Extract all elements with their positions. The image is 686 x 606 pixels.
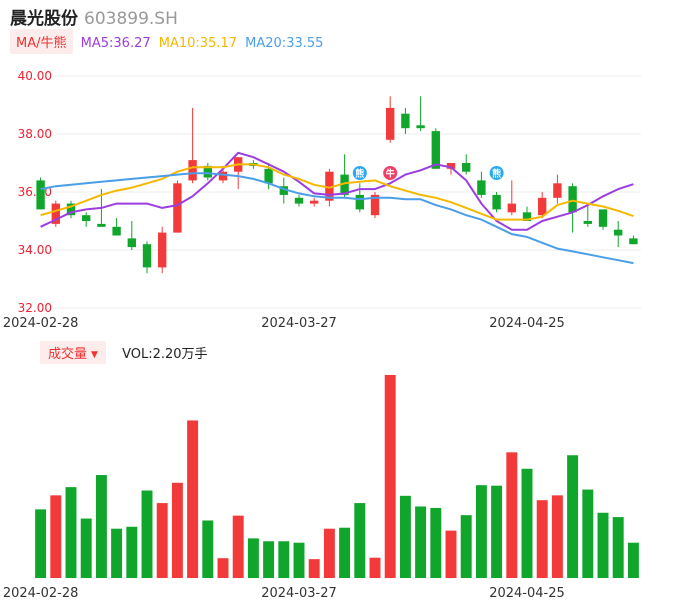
date-tick-label: 2024-04-25 [489,586,565,601]
volume-bar[interactable] [506,452,518,578]
candle-body[interactable] [36,180,45,210]
date-tick-label: 2024-02-28 [3,586,79,601]
volume-bar[interactable] [582,489,594,578]
candle-body[interactable] [401,113,410,129]
candle-body[interactable] [629,238,638,245]
volume-bar[interactable] [232,515,244,578]
candle-body[interactable] [142,244,152,268]
volume-bar[interactable] [156,503,168,578]
volume-bar[interactable] [445,530,457,578]
candle-body[interactable] [386,107,395,140]
volume-bar[interactable] [339,527,351,578]
ma5-line [40,151,634,231]
candle-body[interactable] [218,171,228,181]
volume-bar[interactable] [187,420,199,578]
signal-marker-label: 熊 [355,168,364,180]
candle-body[interactable] [598,209,608,227]
candle-body[interactable] [188,160,197,181]
candle-body[interactable] [294,197,304,204]
volume-bar[interactable] [217,558,229,578]
volume-bar[interactable] [567,455,579,578]
volume-bar[interactable] [293,542,305,578]
volume-bar[interactable] [551,495,563,578]
candle-body[interactable] [355,194,364,210]
volume-bar[interactable] [50,495,62,578]
volume-bar[interactable] [111,528,123,578]
volume-bar[interactable] [80,518,92,578]
volume-bar[interactable] [354,503,366,578]
volume-bar[interactable] [536,500,548,578]
candle-body[interactable] [127,238,136,248]
date-tick-label: 2024-03-27 [261,586,337,601]
price-tick-label: 40.00 [18,69,52,83]
volume-bar[interactable] [95,475,107,578]
volume-bar[interactable] [627,542,639,578]
price-tick-label: 34.00 [18,243,52,257]
candle-body[interactable] [568,186,577,213]
volume-bar[interactable] [65,487,77,578]
volume-bar[interactable] [263,541,275,578]
candle-body[interactable] [82,215,91,221]
volume-bar[interactable] [369,557,381,578]
volume-bar[interactable] [323,528,335,578]
volume-bar[interactable] [141,490,153,578]
volume-bar[interactable] [475,485,487,578]
volume-bar[interactable] [491,485,503,578]
candle-body[interactable] [416,125,425,129]
volume-bar[interactable] [612,517,624,578]
candle-body[interactable] [492,194,501,210]
candle-body[interactable] [553,183,562,198]
candle-body[interactable] [158,232,167,268]
volume-bar[interactable] [597,512,609,578]
candle-body[interactable] [310,200,319,204]
signal-marker-label: 熊 [492,168,501,180]
candle-body[interactable] [431,131,440,169]
candle-body[interactable] [112,226,121,236]
candle-body[interactable] [507,203,516,213]
volume-bar[interactable] [384,375,396,578]
price-tick-label: 38.00 [18,127,52,141]
volume-bar[interactable] [308,559,320,578]
signal-marker-label: 牛 [386,168,395,180]
candle-body[interactable] [477,180,486,195]
volume-bar[interactable] [35,509,47,578]
candle-body[interactable] [173,183,182,233]
candle-body[interactable] [583,221,592,224]
candle-body[interactable] [614,229,623,236]
candle-body[interactable] [462,163,471,172]
volume-bar[interactable] [278,541,290,578]
date-tick-label: 2024-02-28 [3,316,79,331]
volume-bar[interactable] [430,507,442,578]
volume-bar[interactable] [247,538,259,578]
volume-bar[interactable] [415,506,427,578]
volume-bar[interactable] [202,520,214,578]
candle-body[interactable] [264,168,273,184]
candle-body[interactable] [97,223,106,227]
volume-bar[interactable] [126,526,138,578]
candle-body[interactable] [538,197,547,216]
volume-bar[interactable] [460,515,472,578]
stock-chart[interactable]: 40.0038.0036.0034.0032.002024-02-282024-… [0,0,686,606]
volume-bar[interactable] [171,482,183,578]
volume-bar[interactable] [521,468,533,578]
volume-bar[interactable] [399,495,411,578]
date-tick-label: 2024-03-27 [261,316,337,331]
price-tick-label: 32.00 [18,301,52,315]
date-tick-label: 2024-04-25 [489,316,565,331]
